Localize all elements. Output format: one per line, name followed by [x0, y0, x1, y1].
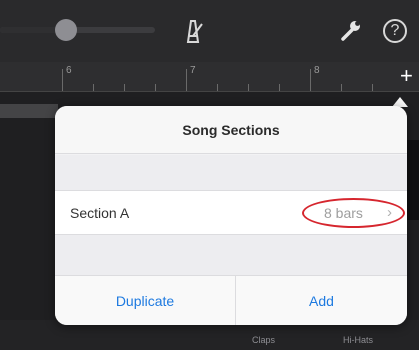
- ruler-tick: [155, 84, 156, 91]
- volume-slider-knob[interactable]: [55, 19, 77, 41]
- track-region[interactable]: [0, 104, 58, 118]
- ruler-bar-number: 6: [66, 65, 72, 76]
- annotation-circle: [302, 198, 405, 228]
- settings-wrench-icon[interactable]: [340, 19, 362, 41]
- section-name: Section A: [70, 205, 130, 221]
- help-icon[interactable]: ?: [383, 19, 407, 43]
- ruler-tick: [124, 84, 125, 91]
- ruler-tick: [372, 84, 373, 91]
- add-section-plus-icon[interactable]: +: [400, 64, 413, 88]
- popover-spacer: [55, 155, 407, 190]
- ruler-tick: [186, 69, 187, 91]
- ruler-tick: [217, 84, 218, 91]
- ruler-tick: [62, 69, 63, 91]
- drum-pad-label-hihats[interactable]: Hi-Hats: [343, 335, 373, 345]
- timeline-ruler[interactable]: 6 7 8: [0, 62, 419, 92]
- duplicate-button[interactable]: Duplicate: [55, 276, 235, 325]
- popover-spacer: [55, 235, 407, 275]
- ruler-bar-number: 7: [190, 65, 196, 76]
- volume-slider[interactable]: [0, 27, 155, 33]
- ruler-bar-number: 8: [314, 65, 320, 76]
- add-button[interactable]: Add: [236, 276, 407, 325]
- popover-actions: Duplicate Add: [55, 275, 407, 325]
- ruler-tick: [248, 84, 249, 91]
- ruler-tick: [341, 84, 342, 91]
- drum-pad-label-claps[interactable]: Claps: [252, 335, 275, 345]
- popover-title: Song Sections: [55, 106, 407, 154]
- ruler-tick: [310, 69, 311, 91]
- ruler-tick: [93, 84, 94, 91]
- metronome-icon[interactable]: [180, 18, 206, 44]
- toolbar: ?: [0, 0, 419, 62]
- ruler-tick: [279, 84, 280, 91]
